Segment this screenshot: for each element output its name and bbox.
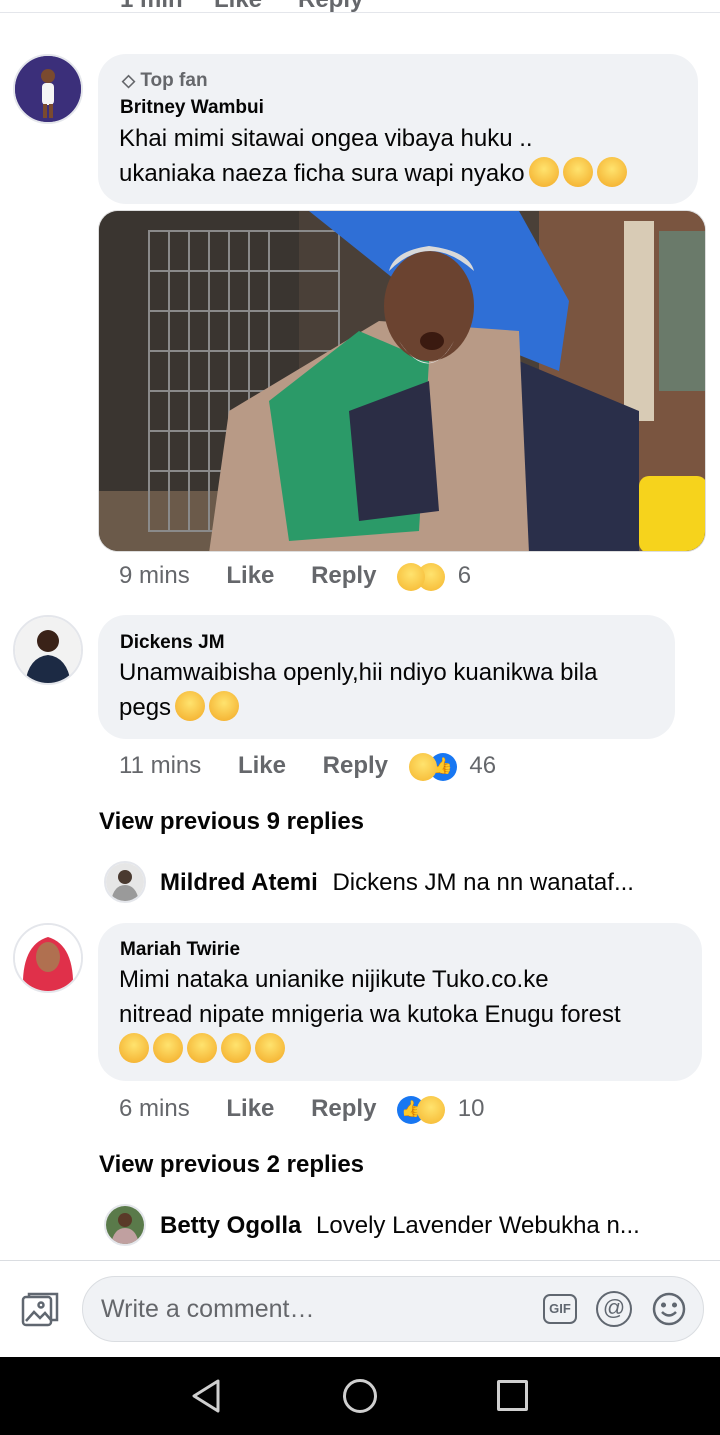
comment-author[interactable]: Mariah Twirie: [120, 939, 240, 961]
comment-text: Mimi nataka unianike nijikute Tuko.co.ke…: [119, 962, 699, 1067]
comment-time[interactable]: 11 mins: [119, 752, 201, 779]
like-button[interactable]: Like: [226, 1095, 274, 1122]
crying-emoji-icon: [596, 157, 627, 187]
back-icon[interactable]: [188, 1377, 224, 1415]
reaction-count: 46: [469, 752, 497, 779]
crying-emoji-icon: [562, 157, 593, 187]
latest-reply[interactable]: Betty Ogolla Lovely Lavender Webukha n..…: [160, 1212, 640, 1240]
reply-button[interactable]: Reply: [311, 562, 376, 589]
like-button[interactable]: Like: [226, 562, 274, 589]
comment-text: Unamwaibisha openly,hii ndiyo kuanikwa b…: [119, 659, 598, 721]
reactions-summary[interactable]: 👍 46: [408, 752, 497, 781]
laughing-emoji-icon: [119, 1033, 149, 1063]
comment-meta: 11 mins Like Reply 👍 46: [119, 752, 496, 781]
comment-author[interactable]: Dickens JM: [120, 632, 225, 654]
comment-bubble[interactable]: Dickens JM Unamwaibisha openly,hii ndiyo…: [98, 615, 675, 739]
laughing-emoji-icon: [187, 1033, 217, 1063]
avatar[interactable]: [13, 923, 83, 993]
comment-bubble[interactable]: ◇ Top fan Britney Wambui Khai mimi sitaw…: [98, 54, 698, 204]
crying-emoji-icon: [528, 157, 559, 187]
laughing-emoji-icon: [221, 1033, 251, 1063]
home-icon[interactable]: [343, 1379, 377, 1413]
view-previous-replies[interactable]: View previous 2 replies: [99, 1151, 364, 1179]
comment-photo[interactable]: [98, 210, 706, 552]
system-navigation-bar: [0, 1357, 720, 1435]
reply-avatar[interactable]: [104, 861, 146, 903]
comment-time[interactable]: 6 mins: [119, 1095, 190, 1122]
comment-author[interactable]: Britney Wambui: [120, 97, 264, 119]
reply-button[interactable]: Reply: [311, 1095, 376, 1122]
view-previous-replies[interactable]: View previous 9 replies: [99, 808, 364, 836]
latest-reply[interactable]: Mildred Atemi Dickens JM na nn wanataf..…: [160, 869, 634, 897]
eye-roll-emoji-icon: [175, 691, 206, 721]
composer-divider: [0, 1260, 720, 1261]
top-fan-badge: ◇ Top fan: [122, 70, 208, 91]
haha-reaction-icon: [408, 752, 437, 781]
avatar[interactable]: [13, 615, 83, 685]
comment-meta: 9 mins Like Reply 6: [119, 562, 471, 591]
mention-icon[interactable]: @: [596, 1291, 632, 1327]
recents-icon[interactable]: [497, 1380, 528, 1411]
laughing-emoji-icon: [153, 1033, 183, 1063]
diamond-icon: ◇: [122, 71, 136, 90]
comment-input-placeholder: Write a comment…: [101, 1295, 315, 1323]
comment-meta: 6 mins Like Reply 👍 10: [119, 1095, 484, 1124]
comment-input[interactable]: Write a comment… GIF @: [82, 1276, 704, 1342]
comment-time[interactable]: 9 mins: [119, 562, 190, 589]
photo-icon[interactable]: [20, 1290, 60, 1330]
avatar[interactable]: [13, 54, 83, 124]
haha-reaction-icon: [417, 1095, 446, 1124]
divider: [0, 12, 720, 13]
haha-reaction-icon: [397, 562, 426, 591]
reactions-summary[interactable]: 6: [397, 562, 471, 591]
like-button[interactable]: Like: [238, 752, 286, 779]
comment-text: Khai mimi sitawai ongea vibaya huku .. u…: [119, 121, 694, 191]
emoji-icon[interactable]: [651, 1291, 687, 1327]
laughing-emoji-icon: [255, 1033, 285, 1063]
previous-comment-meta: 1 min Like Reply: [0, 0, 720, 28]
gif-icon[interactable]: GIF: [543, 1294, 577, 1324]
comment-bubble[interactable]: Mariah Twirie Mimi nataka unianike nijik…: [98, 923, 702, 1081]
reply-snippet: Lovely Lavender Webukha n...: [316, 1212, 640, 1239]
reply-author: Betty Ogolla: [160, 1212, 302, 1239]
reactions-summary[interactable]: 👍 10: [397, 1095, 484, 1124]
reply-avatar[interactable]: [104, 1204, 146, 1246]
reaction-count: 6: [457, 562, 472, 589]
reply-author: Mildred Atemi: [160, 869, 318, 896]
reply-snippet: Dickens JM na nn wanataf...: [332, 869, 634, 896]
eye-roll-emoji-icon: [209, 691, 240, 721]
reaction-count: 10: [457, 1095, 485, 1122]
reply-button[interactable]: Reply: [323, 752, 388, 779]
